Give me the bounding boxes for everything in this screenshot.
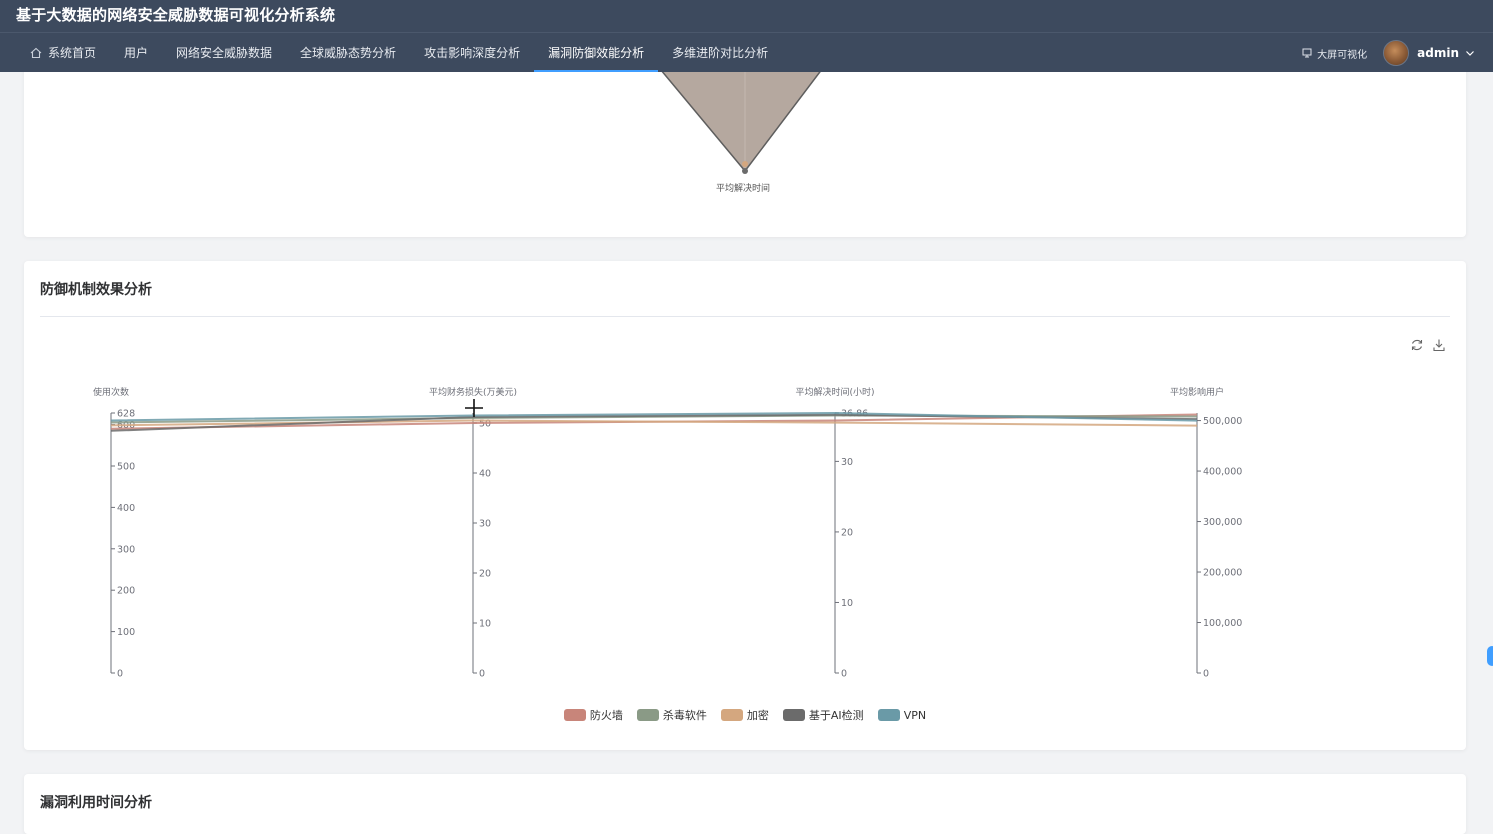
- legend-label: 加密: [746, 709, 769, 722]
- monitor-icon: [1302, 48, 1312, 58]
- tick-label: 300: [117, 544, 135, 555]
- nav-item-threat-data[interactable]: 网络安全威胁数据: [162, 33, 286, 72]
- axis-name: 平均财务损失(万美元): [429, 386, 517, 398]
- legend-swatch: [720, 709, 743, 721]
- axis-name: 平均影响用户: [1170, 386, 1224, 398]
- tick-label: 400: [117, 503, 135, 514]
- scrollbar-thumb[interactable]: [1487, 646, 1493, 666]
- chevron-down-icon[interactable]: [1465, 48, 1475, 58]
- nav-label: 攻击影响深度分析: [424, 46, 521, 60]
- nav-label: 漏洞防御效能分析: [548, 46, 645, 60]
- tick-label: 20: [841, 527, 853, 538]
- tick-label: 10: [841, 598, 853, 609]
- card-title: 漏洞利用时间分析: [40, 795, 152, 811]
- nav-item-users[interactable]: 用户: [110, 33, 162, 72]
- legend-label: 基于AI检测: [808, 709, 864, 722]
- tick-label: 300,000: [1203, 517, 1242, 528]
- crosshair-cursor: [465, 399, 483, 417]
- tick-label: 400,000: [1203, 467, 1242, 478]
- tick-label: 10: [479, 619, 491, 630]
- tick-label: 100,000: [1203, 618, 1242, 629]
- tick-label: 628: [117, 409, 135, 420]
- nav-label: 多维进阶对比分析: [672, 46, 769, 60]
- nav-item-multi-compare[interactable]: 多维进阶对比分析: [658, 33, 782, 72]
- nav-label: 系统首页: [48, 46, 97, 60]
- exploit-time-card: 漏洞利用时间分析: [24, 774, 1466, 834]
- legend-label: 防火墙: [589, 709, 623, 722]
- legend-item[interactable]: 杀毒软件: [636, 707, 707, 723]
- legend-item[interactable]: 基于AI检测: [782, 707, 864, 723]
- nav-item-global-threat[interactable]: 全球威胁态势分析: [286, 33, 410, 72]
- tick-label: 100: [117, 627, 135, 638]
- top-header: 基于大数据的网络安全威胁数据可视化分析系统 系统首页 用户 网络安全威胁数据 全…: [0, 0, 1493, 72]
- tick-label: 500,000: [1203, 416, 1242, 427]
- tick-label: 0: [117, 669, 123, 680]
- tick-label: 500: [117, 461, 135, 472]
- main-nav: 系统首页 用户 网络安全威胁数据 全球威胁态势分析 攻击影响深度分析 漏洞防御效…: [16, 33, 782, 72]
- tick-label: 0: [1203, 669, 1209, 680]
- nav-item-attack-impact[interactable]: 攻击影响深度分析: [410, 33, 534, 72]
- legend-swatch: [636, 709, 659, 721]
- tick-label: 200,000: [1203, 568, 1242, 579]
- legend-swatch: [877, 709, 900, 721]
- tick-label: 40: [479, 469, 491, 480]
- legend-label: 杀毒软件: [662, 709, 707, 722]
- legend-label: VPN: [903, 708, 927, 722]
- legend-swatch: [563, 709, 586, 721]
- radar-point: [742, 161, 748, 167]
- tick-label: 20: [479, 569, 491, 580]
- home-icon: [30, 47, 42, 58]
- avatar[interactable]: [1383, 40, 1410, 66]
- tick-label: 30: [479, 519, 491, 530]
- nav-item-home[interactable]: 系统首页: [16, 33, 110, 72]
- bigscreen-label: 大屏可视化: [1317, 49, 1368, 61]
- tick-label: 0: [841, 669, 847, 680]
- parallel-chart: 使用次数0100200300400500600628平均财务损失(万美元)010…: [93, 386, 1242, 680]
- tick-label: 0: [479, 669, 485, 680]
- bigscreen-link[interactable]: 大屏可视化: [1302, 46, 1367, 61]
- chart-legend: 防火墙 杀毒软件 加密 基于AI检测 VPN: [24, 707, 1466, 723]
- axis-name: 使用次数: [93, 386, 129, 398]
- nav-label: 全球威胁态势分析: [300, 46, 397, 60]
- radar-axis-label: 平均解决时间: [716, 184, 771, 194]
- defense-card: 防御机制效果分析 使用次数 0 100 200 300 400 500 600 628 平均财务损…: [24, 261, 1466, 750]
- nav-item-vuln-defense[interactable]: 漏洞防御效能分析: [534, 33, 659, 72]
- header-right: 大屏可视化 admin: [1302, 40, 1475, 66]
- legend-swatch: [782, 709, 805, 721]
- legend-item[interactable]: 加密: [720, 707, 769, 723]
- username[interactable]: admin: [1417, 46, 1459, 60]
- nav-label: 网络安全威胁数据: [176, 46, 273, 60]
- tick-label: 30: [841, 457, 853, 468]
- legend-item[interactable]: 防火墙: [563, 707, 623, 723]
- legend-item[interactable]: VPN: [877, 707, 927, 723]
- nav-label: 用户: [124, 46, 149, 60]
- app-title: 基于大数据的网络安全威胁数据可视化分析系统: [16, 6, 336, 24]
- tick-label: 200: [117, 586, 135, 597]
- axis-name: 平均解决时间(小时): [795, 386, 874, 398]
- radar-point: [742, 168, 748, 174]
